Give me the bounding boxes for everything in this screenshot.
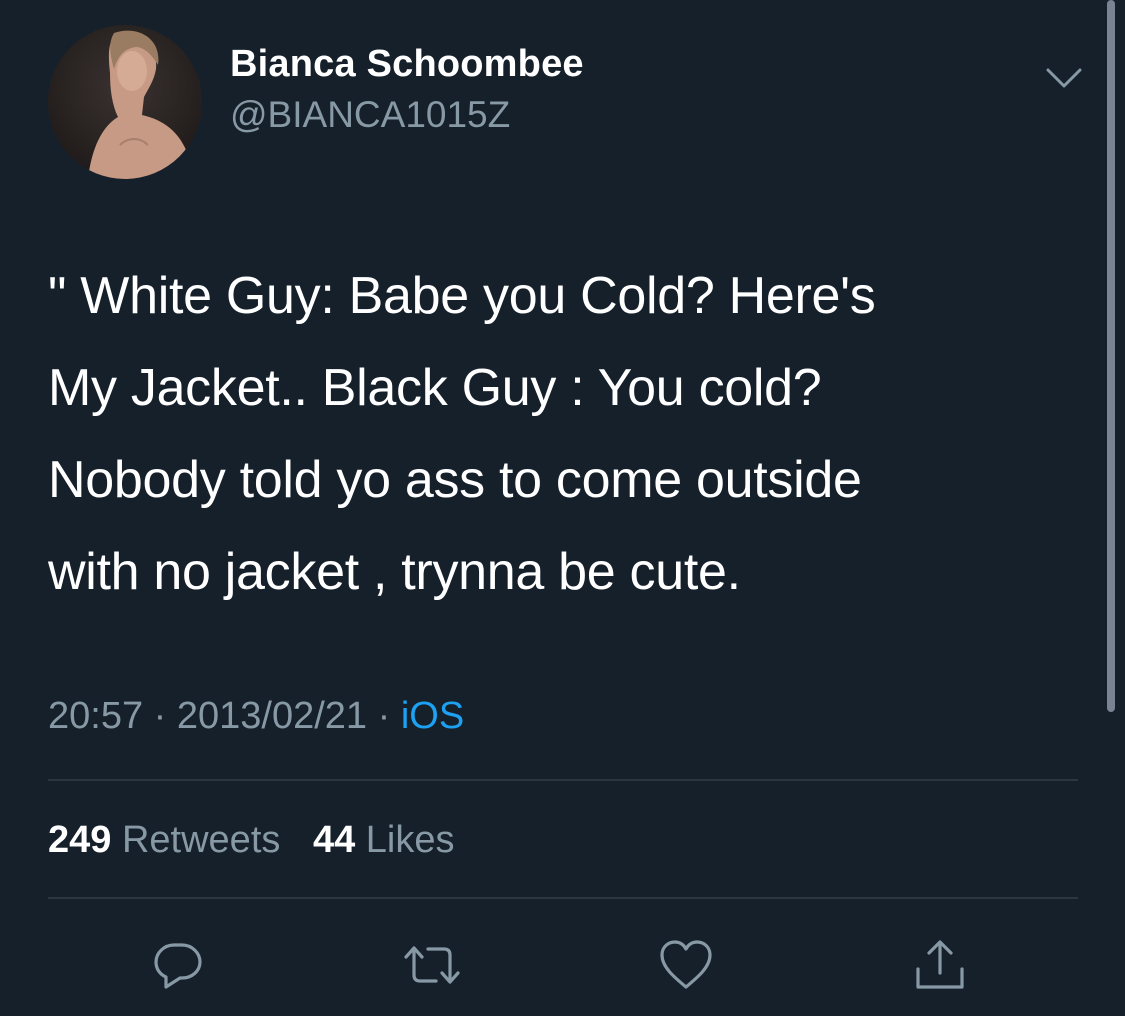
author-names: Bianca Schoombee @BIANCA1015Z — [230, 40, 584, 138]
share-icon[interactable] — [910, 935, 970, 995]
chevron-down-icon[interactable] — [1040, 58, 1088, 98]
tweet-date: 2013/02/21 — [176, 695, 368, 737]
likes-label: Likes — [365, 819, 455, 861]
tweet-text-line: " White Guy: Babe you Cold? Here's — [48, 267, 876, 325]
tweet-source-link[interactable]: iOS — [401, 695, 464, 737]
tweet-text: " White Guy: Babe you Cold? Here's My Ja… — [48, 250, 1058, 618]
meta-separator: · — [377, 695, 391, 737]
tweet-text-line: with no jacket , trynna be cute. — [48, 543, 741, 601]
tweet-time: 20:57 — [48, 695, 144, 737]
meta-separator: · — [153, 695, 167, 737]
like-icon[interactable] — [656, 935, 716, 995]
author-handle[interactable]: @BIANCA1015Z — [230, 92, 584, 138]
tweet-header: Bianca Schoombee @BIANCA1015Z — [48, 25, 584, 179]
scrollbar[interactable] — [1107, 0, 1115, 712]
tweet-detail-page: Bianca Schoombee @BIANCA1015Z " White Gu… — [0, 0, 1125, 1016]
avatar-photo — [48, 25, 202, 179]
tweet-text-line: Nobody told yo ass to come outside — [48, 451, 862, 509]
retweets-count: 249 — [48, 819, 112, 861]
divider — [48, 779, 1078, 781]
likes-count: 44 — [312, 819, 356, 861]
tweet-stats: 249 Retweets 44 Likes — [48, 816, 455, 864]
retweets-stat[interactable]: 249 Retweets — [48, 816, 280, 864]
avatar[interactable] — [48, 25, 202, 179]
author-display-name[interactable]: Bianca Schoombee — [230, 40, 584, 88]
reply-icon[interactable] — [148, 935, 208, 995]
divider — [48, 897, 1078, 899]
tweet-meta: 20:57 · 2013/02/21 · iOS — [48, 692, 464, 740]
tweet-text-line: My Jacket.. Black Guy : You cold? — [48, 359, 822, 417]
retweet-icon[interactable] — [402, 935, 462, 995]
likes-stat[interactable]: 44 Likes — [313, 816, 455, 864]
retweets-label: Retweets — [121, 819, 281, 861]
